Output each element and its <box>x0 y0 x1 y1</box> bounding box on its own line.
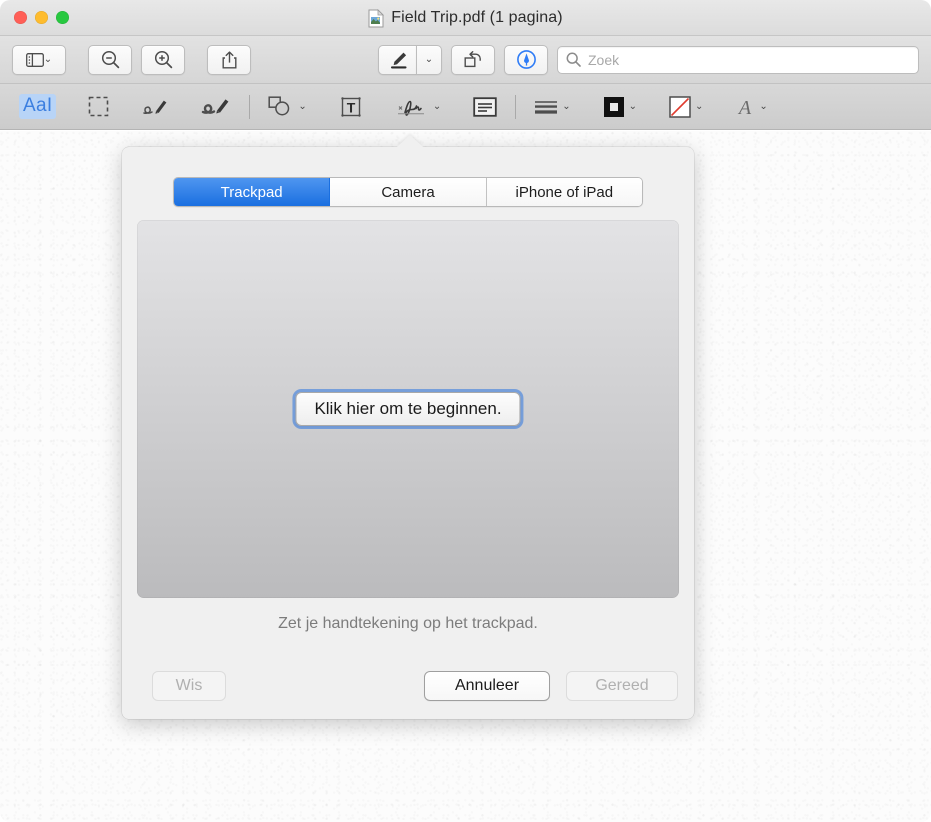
sidebar-toggle-button[interactable]: ⌄ <box>12 44 66 75</box>
tool-text-style[interactable]: A ⌄ <box>730 92 772 122</box>
sketch-icon <box>141 96 169 118</box>
chevron-down-icon: ⌄ <box>424 53 434 65</box>
tool-shapes[interactable]: ⌄ <box>263 92 311 122</box>
chevron-down-icon: ⌄ <box>759 100 768 112</box>
rectangular-selection-icon <box>88 96 109 117</box>
tool-text-selection[interactable]: AaI <box>14 92 61 122</box>
highlight-options-button[interactable]: ⌄ <box>416 44 442 75</box>
markup-toggle-button[interactable] <box>504 44 548 75</box>
markup-toolbar: AaI ⌄ T ⌄ ⌄ ⌄ ⌄ A ⌄ <box>0 84 931 130</box>
start-capture-button[interactable]: Klik hier om te beginnen. <box>295 392 521 426</box>
chevron-down-icon: ⌄ <box>298 100 307 112</box>
tool-signature[interactable]: ⌄ <box>390 92 446 122</box>
rotate-left-button[interactable] <box>451 44 495 75</box>
preview-window: Field Trip.pdf (1 pagina) ⌄ ⌄ Zoek AaI ⌄… <box>0 0 931 822</box>
text-box-icon: T <box>339 96 363 118</box>
pdf-document-icon <box>368 8 385 28</box>
share-icon <box>221 50 238 70</box>
signature-capture-popover: Trackpad Camera iPhone of iPad Klik hier… <box>122 135 694 719</box>
chevron-down-icon: ⌄ <box>628 100 637 112</box>
sidebar-icon <box>25 52 44 67</box>
search-field[interactable]: Zoek <box>557 45 919 74</box>
text-style-icon: A <box>735 96 755 118</box>
signature-source-tabs: Trackpad Camera iPhone of iPad <box>173 177 643 207</box>
tool-fill-color[interactable]: ⌄ <box>664 92 708 122</box>
window-title-group: Field Trip.pdf (1 pagina) <box>0 0 931 36</box>
main-toolbar: ⌄ ⌄ Zoek <box>0 36 931 84</box>
svg-text:T: T <box>347 99 356 115</box>
shapes-icon <box>268 96 294 117</box>
rotate-left-icon <box>463 50 484 69</box>
popover-arrow <box>397 135 423 147</box>
tool-border-color[interactable]: ⌄ <box>598 92 642 122</box>
done-button[interactable]: Gereed <box>566 671 678 701</box>
chevron-down-icon: ⌄ <box>432 100 442 112</box>
zoom-in-button[interactable] <box>141 44 185 75</box>
window-titlebar: Field Trip.pdf (1 pagina) <box>0 0 931 36</box>
border-color-swatch-icon <box>603 96 625 118</box>
tool-rectangular-selection[interactable] <box>83 92 114 122</box>
text-selection-icon: AaI <box>19 94 57 119</box>
page-title: Field Trip.pdf (1 pagina) <box>391 9 563 26</box>
tool-sketch[interactable] <box>136 92 174 122</box>
zoom-in-icon <box>154 50 173 69</box>
document-area: Trackpad Camera iPhone of iPad Klik hier… <box>0 131 931 822</box>
toolbar-divider <box>515 94 517 119</box>
zoom-out-icon <box>101 50 120 69</box>
clear-button[interactable]: Wis <box>152 671 226 701</box>
tab-camera[interactable]: Camera <box>330 178 487 206</box>
search-icon <box>566 52 581 67</box>
share-button[interactable] <box>207 44 251 75</box>
toolbar-divider <box>249 94 251 119</box>
tool-text[interactable]: T <box>334 92 368 122</box>
highlighter-pen-icon <box>387 50 409 70</box>
markup-pen-icon <box>516 49 537 70</box>
chevron-down-icon: ⌄ <box>562 100 571 112</box>
trackpad-capture-area[interactable]: Klik hier om te beginnen. <box>137 220 679 598</box>
draw-icon <box>201 96 231 118</box>
tool-note[interactable] <box>468 92 502 122</box>
search-input[interactable]: Zoek <box>588 52 619 68</box>
fill-color-none-icon <box>669 95 691 118</box>
tool-draw[interactable] <box>196 92 236 122</box>
highlight-button[interactable] <box>378 44 416 75</box>
svg-text:A: A <box>737 97 752 118</box>
tool-border-style[interactable]: ⌄ <box>529 92 575 122</box>
tab-trackpad[interactable]: Trackpad <box>174 178 331 206</box>
chevron-down-icon: ⌄ <box>694 100 704 112</box>
zoom-out-button[interactable] <box>88 44 132 75</box>
note-icon <box>473 96 497 117</box>
signature-icon <box>395 96 429 118</box>
cancel-button[interactable]: Annuleer <box>424 671 550 701</box>
instruction-text: Zet je handtekening op het trackpad. <box>278 615 538 632</box>
chevron-down-icon: ⌄ <box>43 53 53 65</box>
tab-iphone-ipad[interactable]: iPhone of iPad <box>486 178 642 206</box>
border-style-icon <box>534 98 558 116</box>
